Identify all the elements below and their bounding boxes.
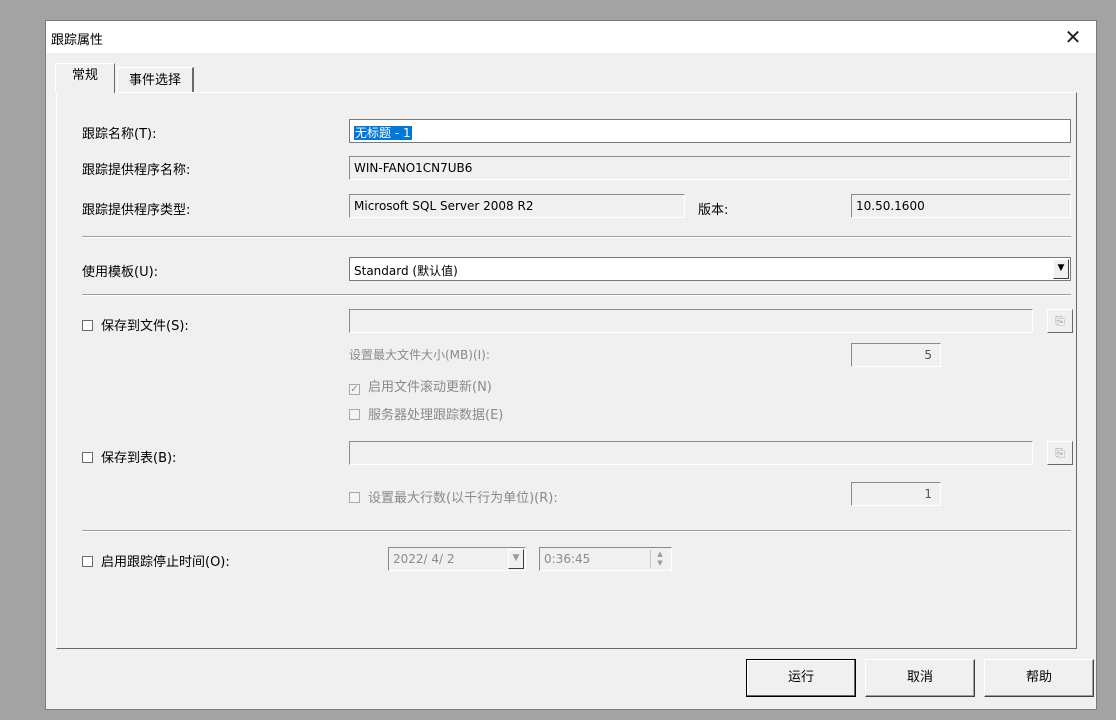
stop-date-picker: 2022/ 4/ 2 ▼ <box>388 547 526 571</box>
stop-time-row[interactable]: 启用跟踪停止时间(O): <box>82 551 230 570</box>
file-rollover-label: 启用文件滚动更新(N) <box>368 380 492 395</box>
trace-properties-dialog: 跟踪属性 ✕ 常规 事件选择 跟踪名称(T): 无标题 - 1 跟踪提供程序名称… <box>45 20 1097 710</box>
server-process-label: 服务器处理跟踪数据(E) <box>368 408 504 423</box>
dialog-title: 跟踪属性 <box>51 33 104 48</box>
separator <box>82 236 1071 238</box>
server-process-checkbox <box>349 409 360 420</box>
save-to-file-path <box>349 309 1033 333</box>
save-to-table-checkbox[interactable] <box>82 452 93 463</box>
save-to-file-label: 保存到文件(S): <box>101 319 189 334</box>
max-rows-row: 设置最大行数(以千行为单位)(R): <box>349 487 558 506</box>
version-label: 版本: <box>698 203 729 218</box>
chevron-down-icon: ▼ <box>508 549 524 569</box>
provider-name-label: 跟踪提供程序名称: <box>82 163 191 178</box>
stop-time-value: 0:36:45 <box>544 552 591 566</box>
stop-time-checkbox[interactable] <box>82 556 93 567</box>
save-to-file-checkbox[interactable] <box>82 320 93 331</box>
tab-events-selection[interactable]: 事件选择 <box>117 67 194 93</box>
title-bar: 跟踪属性 ✕ <box>46 21 1096 53</box>
save-to-table-label: 保存到表(B): <box>101 451 177 466</box>
template-value: Standard (默认值) <box>354 264 458 278</box>
trace-name-label: 跟踪名称(T): <box>82 127 157 142</box>
max-rows-label: 设置最大行数(以千行为单位)(R): <box>368 491 558 506</box>
run-button[interactable]: 运行 <box>746 659 856 697</box>
file-rollover-row: ✓ 启用文件滚动更新(N) <box>349 376 492 395</box>
save-to-table-field <box>349 441 1033 465</box>
separator <box>82 294 1071 296</box>
provider-name-field: WIN-FANO1CN7UB6 <box>349 156 1071 180</box>
trace-name-value: 无标题 - 1 <box>354 126 412 140</box>
browse-icon: ⎘ <box>1055 314 1065 328</box>
browse-table-button: ⎘ <box>1047 441 1073 465</box>
tab-general[interactable]: 常规 <box>55 63 115 93</box>
stop-date-value: 2022/ 4/ 2 <box>393 552 455 566</box>
provider-type-field: Microsoft SQL Server 2008 R2 <box>349 194 685 218</box>
save-to-file-row[interactable]: 保存到文件(S): <box>82 315 189 334</box>
separator <box>82 530 1071 532</box>
server-process-row: 服务器处理跟踪数据(E) <box>349 404 503 423</box>
max-file-size-label: 设置最大文件大小(MB)(I): <box>349 348 490 362</box>
max-rows-field: 1 <box>851 482 941 506</box>
template-label: 使用模板(U): <box>82 265 159 280</box>
save-to-table-row[interactable]: 保存到表(B): <box>82 447 176 466</box>
version-field: 10.50.1600 <box>851 194 1071 218</box>
max-rows-checkbox <box>349 492 360 503</box>
trace-name-input[interactable]: 无标题 - 1 <box>349 119 1071 143</box>
close-icon: ✕ <box>1064 25 1082 49</box>
provider-type-label: 跟踪提供程序类型: <box>82 203 191 218</box>
browse-icon: ⎘ <box>1055 446 1065 460</box>
spin-icon: ▲ ▼ <box>650 550 669 568</box>
template-select[interactable]: Standard (默认值) ▼ <box>349 257 1071 281</box>
stop-time-label: 启用跟踪停止时间(O): <box>101 555 230 570</box>
file-rollover-checkbox: ✓ <box>349 384 360 395</box>
stop-time-picker: 0:36:45 ▲ ▼ <box>539 547 672 571</box>
close-button[interactable]: ✕ <box>1050 21 1096 53</box>
max-file-size-field: 5 <box>851 343 941 367</box>
help-button[interactable]: 帮助 <box>984 659 1094 697</box>
cancel-button[interactable]: 取消 <box>865 659 975 697</box>
chevron-down-icon[interactable]: ▼ <box>1053 259 1069 279</box>
browse-file-button: ⎘ <box>1047 309 1073 333</box>
